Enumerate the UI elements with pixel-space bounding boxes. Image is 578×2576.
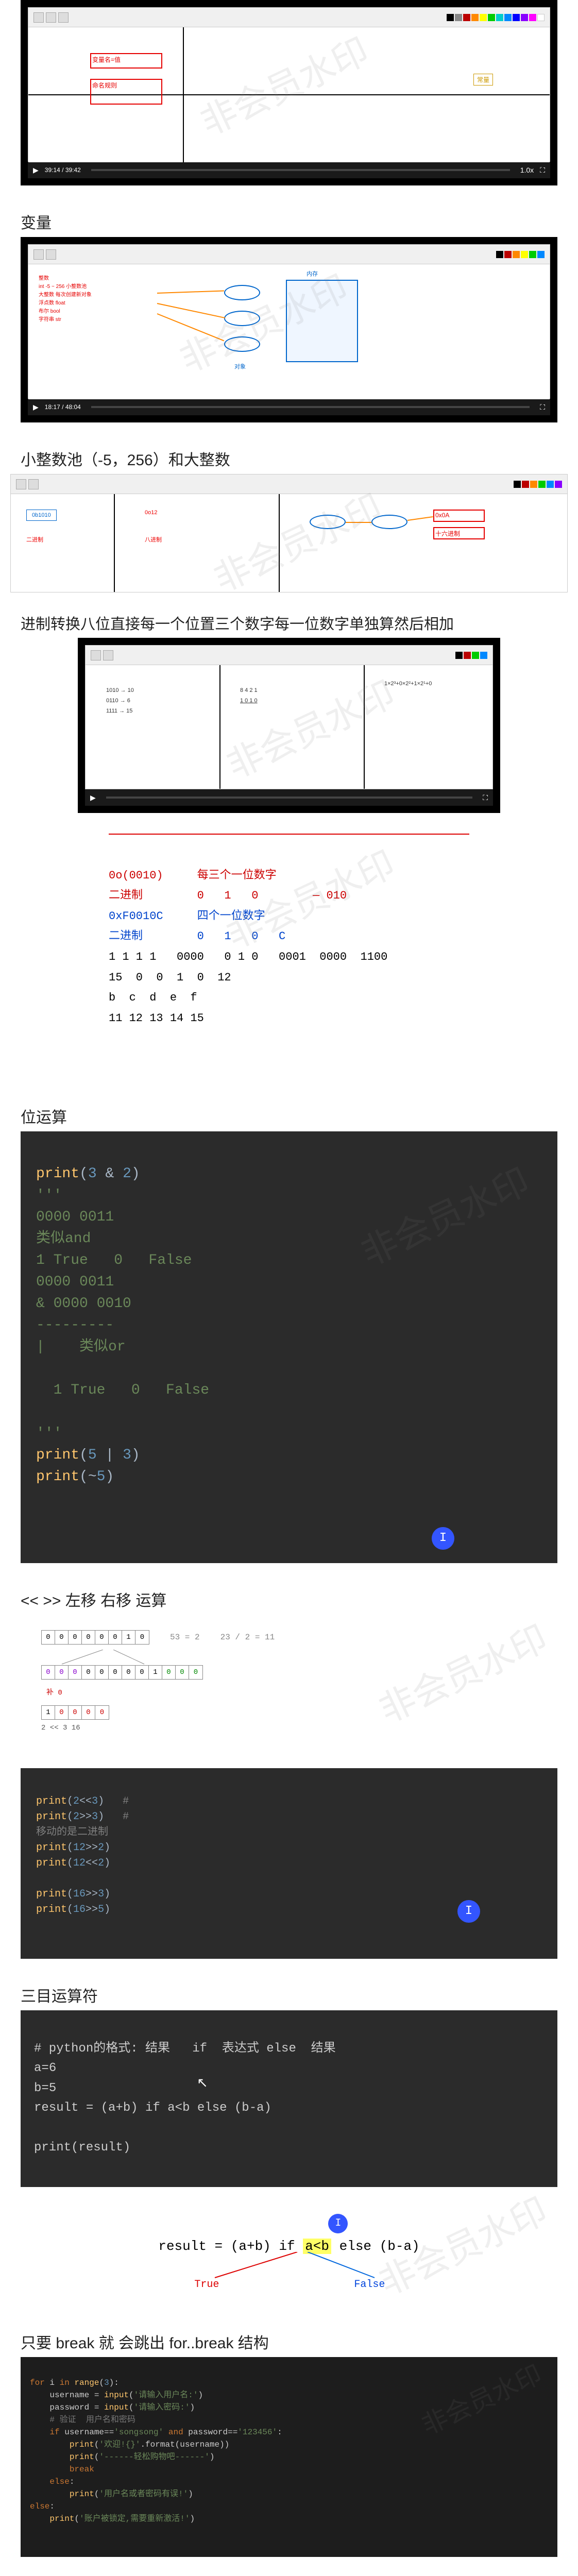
binary-text: 0o(0010) 每三个一位数字 二进制 0 1 0 — 010 0xF0010… — [109, 834, 469, 1080]
red-annotation: 0x0A — [433, 510, 485, 522]
heading-radix: 进制转换八位直接每一个位置三个数字每一位数字单独算然后相加 — [0, 608, 578, 638]
video-time: 39:14 / 39:42 — [45, 166, 81, 174]
paint-tool[interactable] — [91, 650, 101, 660]
bit-row: 000 0000 01000 — [41, 1665, 203, 1680]
heading-bitop: 位运算 — [0, 1100, 578, 1131]
false-label: False — [354, 2279, 385, 2291]
watermark: 非会员水印 — [353, 1157, 540, 1282]
paint-tool[interactable] — [28, 479, 39, 489]
cursor-icon: I — [457, 1900, 480, 1923]
heading-variables: 变量 — [0, 206, 578, 237]
blue-rect — [286, 280, 358, 362]
color-palette[interactable] — [447, 14, 545, 21]
red-annotation: 变量名=值 — [90, 53, 162, 69]
radix-label: 0o12 — [145, 510, 157, 516]
speed-label[interactable]: 1.0x — [520, 166, 534, 174]
code-ternary: # python的格式: 结果 if 表达式 else 结果 a=6 b=5 r… — [21, 2010, 557, 2187]
paint-toolbar — [28, 245, 550, 264]
watermark: 非会员水印 — [416, 2357, 549, 2447]
paint-tool[interactable] — [33, 12, 44, 23]
note: 补 0 — [46, 1687, 537, 1697]
paint-tool[interactable] — [33, 249, 44, 260]
watermark: 非会员水印 — [369, 1609, 555, 1733]
video-time: 18:17 / 48:04 — [45, 403, 81, 411]
obj-label: 对象 — [234, 362, 246, 370]
heading-shift: << >> 左移 右移 运算 — [0, 1584, 578, 1615]
heading-ternary: 三目运算符 — [0, 1979, 578, 2010]
video-player-1[interactable]: 变量名=值 命名规则 常量 非会员水印 ▶ 39:14 / 39:42 1.0x… — [21, 0, 557, 185]
video-player-3[interactable]: 1010 → 100110 → 61111 → 15 8 4 2 11 0 1 … — [78, 638, 500, 813]
ternary-diagram: result = (a+b) if a<b else (b-a) I True … — [21, 2208, 557, 2306]
eq-label: 53 = 2 — [170, 1633, 200, 1642]
video-controls[interactable]: ▶ 39:14 / 39:42 1.0x ⛶ — [28, 162, 550, 178]
red-annotation: 命名规则 — [90, 79, 162, 105]
blue-oval — [371, 515, 407, 529]
radix-label: 八进制 — [145, 535, 162, 544]
heading-break: 只要 break 就 会跳出 for..break 结构 — [0, 2326, 578, 2357]
paint-toolbar — [28, 8, 550, 27]
paint-tool[interactable] — [103, 650, 113, 660]
paint-tool[interactable] — [58, 12, 69, 23]
note: 2 << 3 16 — [41, 1724, 537, 1732]
play-icon[interactable]: ▶ — [33, 166, 39, 175]
fullscreen-icon[interactable]: ⛶ — [483, 793, 488, 802]
left-text-block: 整数 int -5 ~ 256 小整数池 大整数 每次创建新对象 浮点数 flo… — [39, 275, 92, 324]
shift-diagram: 0000 0010 53 = 2 23 / 2 = 11 000 0000 01… — [21, 1615, 557, 1748]
paint-canvas-1: 变量名=值 命名规则 常量 非会员水印 — [28, 27, 550, 162]
play-icon[interactable]: ▶ — [90, 793, 96, 802]
mem-label: 内存 — [307, 269, 318, 278]
radix-label: 二进制 — [26, 535, 43, 544]
eq-label: 23 / 2 = 11 — [220, 1633, 275, 1642]
yellow-annotation: 常量 — [473, 74, 493, 86]
watermark: 非会员水印 — [204, 479, 389, 602]
true-label: True — [194, 2279, 219, 2291]
watermark: 非会员水印 — [191, 23, 376, 146]
radix-box: 0b1010 — [26, 510, 57, 521]
code-bitop: print(3 & 2) ''' 0000 0011 类似and 1 True … — [21, 1131, 557, 1563]
red-annotation: 十六进制 — [433, 527, 485, 539]
code-for-break: for i in range(3): username = input('请输入… — [21, 2357, 557, 2557]
progress-bar[interactable] — [106, 796, 472, 799]
blue-oval — [224, 336, 260, 352]
progress-bar[interactable] — [91, 406, 530, 408]
paint-tool[interactable] — [46, 12, 56, 23]
bit-row: 0000 0010 — [41, 1630, 149, 1645]
paint-tool[interactable] — [16, 479, 26, 489]
cursor-icon: I — [432, 1527, 454, 1550]
blue-oval — [224, 311, 260, 326]
code-shift: print(2<<3) # print(2>>3) # 移动的是二进制 prin… — [21, 1768, 557, 1959]
progress-bar[interactable] — [91, 169, 510, 171]
blue-oval — [310, 515, 346, 529]
video-player-2[interactable]: 整数 int -5 ~ 256 小整数池 大整数 每次创建新对象 浮点数 flo… — [21, 237, 557, 422]
wide-paint-window: 0b1010 二进制 0o12 八进制 0x0A 十六进制 非会员水印 — [10, 474, 568, 592]
fullscreen-icon[interactable]: ⛶ — [540, 403, 545, 412]
blue-oval — [224, 285, 260, 300]
watermark: 非会员水印 — [217, 666, 402, 789]
cursor-icon: I — [328, 2214, 348, 2233]
heading-intpool: 小整数池（-5，256）和大整数 — [0, 443, 578, 474]
play-icon[interactable]: ▶ — [33, 403, 39, 412]
paint-canvas-2: 整数 int -5 ~ 256 小整数池 大整数 每次创建新对象 浮点数 flo… — [28, 264, 550, 399]
fullscreen-icon[interactable]: ⛶ — [540, 166, 545, 175]
bit-row: 10000 — [41, 1705, 109, 1720]
paint-tool[interactable] — [46, 249, 56, 260]
